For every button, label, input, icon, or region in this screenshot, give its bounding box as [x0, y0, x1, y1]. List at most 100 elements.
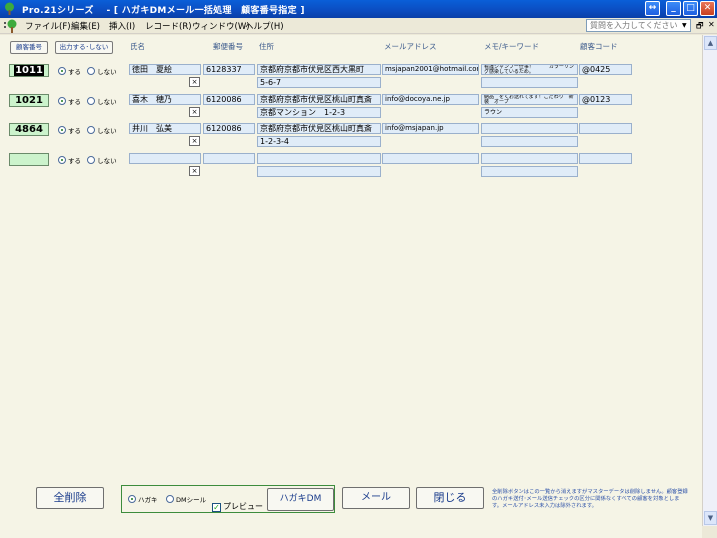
address2-field[interactable]: 5-6-7 — [257, 77, 381, 88]
mode-dm-seal-option[interactable]: DMシール — [166, 494, 206, 504]
menu-file[interactable]: ファイル(F) — [25, 20, 71, 32]
output-toggle-button[interactable]: 出力する･しない — [55, 41, 113, 54]
menu-help[interactable]: ヘルプ(H) — [245, 20, 284, 32]
customer-code-field[interactable]: @0425 — [579, 64, 632, 75]
output-on-radio[interactable] — [58, 126, 66, 134]
chevron-down-icon[interactable]: ▼ — [682, 22, 687, 29]
scroll-up-icon[interactable]: ▲ — [704, 36, 717, 50]
memo2-field[interactable]: ラウン — [481, 107, 578, 118]
maximize-button[interactable]: □ — [683, 1, 698, 16]
preview-checkbox[interactable]: ✓ — [212, 503, 221, 512]
address1-field[interactable]: 京都府京都市伏見区西大黒町 — [257, 64, 381, 75]
address1-field[interactable]: 京都府京都市伏見区桃山町真斎 — [257, 94, 381, 105]
name-field[interactable]: 徳田 夏絵 — [129, 64, 201, 75]
mode-postcard-label: ハガキ — [138, 496, 158, 504]
memo2-field[interactable] — [481, 166, 578, 177]
output-radio-group: する しない — [58, 155, 120, 167]
memo-field[interactable]: 看護シャンプー仕事！ カラーリング感染しているため。 — [481, 64, 578, 75]
output-off-radio[interactable] — [87, 97, 96, 105]
email-field[interactable]: msjapan2001@hotmail.com — [382, 64, 479, 75]
output-on-label: する — [68, 127, 81, 135]
output-on-label: する — [68, 157, 81, 165]
output-on-radio[interactable] — [58, 67, 66, 75]
close-button[interactable]: 閉じる — [416, 487, 484, 509]
menu-insert[interactable]: 挿入(I) — [109, 20, 135, 32]
output-off-label: しない — [97, 127, 117, 135]
mode-postcard-radio[interactable] — [128, 495, 136, 503]
output-on-radio[interactable] — [58, 156, 66, 164]
notice-text: 全削除ボタンはこの一覧から消えますがマスターデータは削除しません。顧客登録のハガ… — [492, 489, 688, 509]
postal-field[interactable] — [203, 153, 255, 164]
preview-option[interactable]: ✓ プレビュー — [212, 501, 263, 512]
output-off-radio[interactable] — [87, 67, 96, 75]
mail-button[interactable]: メール — [342, 487, 410, 509]
restore-arrows-button[interactable]: ↔ — [645, 1, 660, 16]
email-field[interactable] — [382, 153, 479, 164]
memo-field[interactable] — [481, 153, 578, 164]
name-field[interactable]: 喜木 穂乃 — [129, 94, 201, 105]
name-field[interactable]: 井川 弘美 — [129, 123, 201, 134]
postal-field[interactable]: 6128337 — [203, 64, 255, 75]
menu-edit[interactable]: 編集(E) — [71, 20, 100, 32]
name-field[interactable] — [129, 153, 201, 164]
email-field[interactable]: info@msjapan.jp — [382, 123, 479, 134]
column-name: 氏名 — [130, 42, 145, 51]
clear-row-button[interactable]: × — [189, 136, 200, 146]
column-memo: メモ/キーワード — [484, 42, 540, 51]
address2-field[interactable] — [257, 166, 381, 177]
output-off-label: しない — [97, 68, 117, 76]
minimize-button[interactable]: _ — [666, 1, 681, 16]
customer-code-field[interactable] — [579, 123, 632, 134]
app-tree-icon — [4, 19, 17, 33]
mode-dm-seal-radio[interactable] — [166, 495, 174, 503]
customer-code-field[interactable]: @0123 — [579, 94, 632, 105]
vertical-scrollbar[interactable]: ▲ ▼ — [702, 35, 717, 526]
clear-all-button[interactable]: 全削除 — [36, 487, 104, 509]
memo-field[interactable]: 納品 をくお送れてます！こだわり 新装 オープ — [481, 94, 578, 105]
address1-field[interactable] — [257, 153, 381, 164]
column-customer-code: 顧客コード — [580, 42, 618, 51]
output-off-radio[interactable] — [87, 126, 96, 134]
mode-dm-seal-label: DMシール — [176, 496, 207, 504]
mdi-restore-button[interactable]: 🗗 — [696, 20, 704, 34]
menu-bar: ファイル(F) 編集(E) 挿入(I) レコード(R) ウィンドウ(W) ヘルプ… — [0, 18, 717, 34]
clear-row-button[interactable]: × — [189, 107, 200, 117]
memo2-field[interactable] — [481, 136, 578, 147]
mdi-close-button[interactable]: ✕ — [708, 20, 715, 29]
email-field[interactable]: info@docoya.ne.jp — [382, 94, 479, 105]
customer-code-field[interactable] — [579, 153, 632, 164]
scroll-down-icon[interactable]: ▼ — [704, 511, 717, 525]
customer-number-field[interactable]: 1011 — [9, 64, 49, 77]
address2-field[interactable]: 1-2-3-4 — [257, 136, 381, 147]
menu-record[interactable]: レコード(R) — [145, 20, 192, 32]
close-window-button[interactable]: ✕ — [700, 1, 715, 16]
address1-field[interactable]: 京都府京都市伏見区桃山町真斎 — [257, 123, 381, 134]
customer-number-field[interactable] — [9, 153, 49, 166]
output-off-radio[interactable] — [87, 156, 96, 164]
menu-window[interactable]: ウィンドウ(W) — [192, 20, 250, 32]
postal-field[interactable]: 6120086 — [203, 94, 255, 105]
output-on-label: する — [68, 98, 81, 106]
title-bar: Pro.21シリーズ - [ ハガキDMメール一括処理 顧客番号指定 ] ↔ _… — [0, 0, 717, 18]
output-radio-group: する しない — [58, 125, 120, 137]
output-on-radio[interactable] — [58, 97, 66, 105]
customer-number-field[interactable]: 4864 — [9, 123, 49, 136]
help-search-input[interactable]: 質問を入力してください — [586, 19, 691, 32]
output-radio-group: する しない — [58, 66, 120, 78]
column-postal: 郵便番号 — [213, 42, 243, 51]
customer-number-field[interactable]: 1021 — [9, 94, 49, 107]
memo2-field[interactable] — [481, 77, 578, 88]
memo-field[interactable] — [481, 123, 578, 134]
postcard-dm-button[interactable]: ハガキDM — [267, 488, 334, 511]
customer-number-button[interactable]: 顧客番号 — [10, 41, 48, 54]
column-address: 住所 — [259, 42, 274, 51]
postal-field[interactable]: 6120086 — [203, 123, 255, 134]
preview-label: プレビュー — [223, 502, 263, 511]
address2-field[interactable]: 京都マンション 1-2-3 — [257, 107, 381, 118]
window-title: Pro.21シリーズ - [ ハガキDMメール一括処理 顧客番号指定 ] — [22, 6, 305, 16]
clear-row-button[interactable]: × — [189, 77, 200, 87]
mode-postcard-option[interactable]: ハガキ — [128, 494, 158, 504]
app-tree-icon — [5, 2, 14, 15]
clear-row-button[interactable]: × — [189, 166, 200, 176]
output-on-label: する — [68, 68, 81, 76]
